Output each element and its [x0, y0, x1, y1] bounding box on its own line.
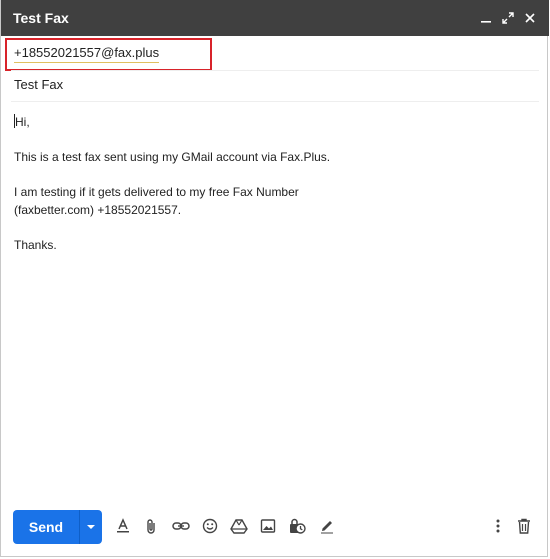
message-greeting: Hi, — [14, 113, 534, 131]
window-title: Test Fax — [13, 10, 69, 26]
compose-window: Test Fax +18552021557@fax.plus Test Fax … — [0, 0, 549, 557]
chevron-down-icon — [87, 525, 95, 529]
minimize-icon[interactable] — [479, 11, 493, 25]
expand-icon[interactable] — [501, 11, 515, 25]
attach-icon[interactable] — [142, 517, 160, 535]
greeting-text: Hi, — [15, 115, 30, 129]
divider — [11, 101, 539, 102]
photo-icon[interactable] — [259, 517, 277, 535]
formatting-icon[interactable] — [114, 517, 132, 535]
subject-field[interactable]: Test Fax — [14, 77, 63, 92]
message-closing: Thanks. — [14, 238, 57, 252]
link-icon[interactable] — [172, 517, 190, 535]
recipient-address[interactable]: +18552021557@fax.plus — [14, 45, 160, 63]
signature-icon[interactable] — [318, 517, 336, 535]
message-line: (faxbetter.com) +18552021557. — [14, 203, 182, 217]
schedule-send-dropdown[interactable] — [79, 510, 102, 544]
send-button[interactable]: Send — [13, 510, 79, 544]
subject-row[interactable]: Test Fax — [1, 71, 549, 102]
recipients-row[interactable]: +18552021557@fax.plus — [1, 38, 549, 71]
more-options-icon[interactable] — [489, 517, 507, 535]
compose-titlebar[interactable]: Test Fax — [1, 0, 549, 36]
message-line: I am testing if it gets delivered to my … — [14, 185, 299, 199]
close-icon[interactable] — [523, 11, 537, 25]
window-controls — [479, 11, 537, 25]
compose-toolbar: Send — [1, 508, 549, 546]
confidential-icon[interactable] — [288, 517, 306, 535]
message-body[interactable]: Hi, This is a test fax sent using my GMa… — [14, 113, 534, 254]
emoji-icon[interactable] — [201, 517, 219, 535]
discard-icon[interactable] — [515, 517, 533, 535]
send-button-group: Send — [13, 510, 102, 544]
message-line: This is a test fax sent using my GMail a… — [14, 150, 331, 164]
drive-icon[interactable] — [230, 517, 248, 535]
